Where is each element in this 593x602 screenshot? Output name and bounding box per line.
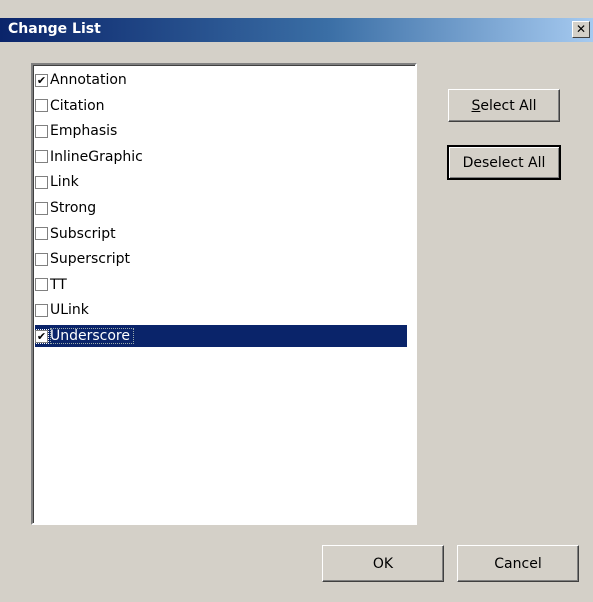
window-title: Change List bbox=[8, 21, 101, 37]
list-item-label: Subscript bbox=[50, 225, 116, 242]
checkbox[interactable] bbox=[35, 124, 48, 138]
change-list-dialog: Change List ✕ ✔ Annotation Citation Emphasi… bbox=[0, 0, 593, 602]
list-item-label: Citation bbox=[50, 97, 105, 114]
element-checklist[interactable]: ✔ Annotation Citation Emphasis InlineGraphic… bbox=[31, 63, 417, 525]
select-all-button[interactable]: Select All bbox=[448, 89, 560, 122]
checkbox[interactable]: ✔ bbox=[34, 328, 49, 344]
list-item-label: ULink bbox=[50, 302, 89, 319]
checkbox[interactable] bbox=[35, 278, 48, 292]
list-item-label: Emphasis bbox=[50, 123, 118, 140]
list-item[interactable]: Emphasis bbox=[35, 120, 407, 142]
list-item[interactable]: Strong bbox=[35, 197, 407, 219]
list-item[interactable]: Superscript bbox=[35, 248, 407, 270]
checkbox[interactable] bbox=[35, 303, 48, 317]
checkbox[interactable]: ✔ bbox=[35, 73, 48, 87]
list-item-label: InlineGraphic bbox=[50, 148, 143, 165]
deselect-all-button[interactable]: Deselect All bbox=[447, 145, 561, 180]
title-bar[interactable]: Change List ✕ bbox=[0, 18, 593, 42]
checkbox[interactable] bbox=[35, 252, 48, 266]
list-item[interactable]: ULink bbox=[35, 299, 407, 321]
checkbox[interactable] bbox=[35, 175, 48, 189]
select-all-label: elect All bbox=[480, 97, 537, 114]
ok-button[interactable]: OK bbox=[322, 545, 444, 582]
list-item-label: Superscript bbox=[50, 251, 131, 268]
list-item-label: Strong bbox=[50, 200, 97, 216]
list-item[interactable]: Link bbox=[35, 171, 407, 193]
list-item-label: Link bbox=[50, 174, 79, 191]
list-item[interactable]: ✔ Underscore bbox=[34, 325, 407, 347]
list-item-label: TT bbox=[50, 276, 67, 293]
checkbox[interactable] bbox=[35, 201, 48, 215]
select-all-mnemonic: S bbox=[471, 97, 481, 114]
checkbox[interactable] bbox=[35, 99, 48, 113]
list-item-label: Underscore bbox=[50, 328, 134, 344]
close-button[interactable]: ✕ bbox=[572, 21, 590, 38]
list-item[interactable]: Citation bbox=[35, 95, 407, 117]
list-item[interactable]: Subscript bbox=[35, 223, 407, 245]
cancel-button[interactable]: Cancel bbox=[457, 545, 579, 582]
list-item[interactable]: InlineGraphic bbox=[35, 146, 407, 168]
cancel-label: Cancel bbox=[494, 555, 542, 572]
checkbox[interactable] bbox=[35, 150, 48, 164]
list-item[interactable]: ✔ Annotation bbox=[35, 69, 407, 91]
deselect-all-label: Deselect All bbox=[462, 154, 546, 171]
checkbox[interactable] bbox=[35, 227, 48, 241]
list-item[interactable]: TT bbox=[35, 274, 407, 296]
checkmark-icon: ✔ bbox=[36, 329, 47, 343]
close-icon: ✕ bbox=[575, 22, 587, 36]
ok-label: OK bbox=[372, 555, 394, 572]
checkmark-icon: ✔ bbox=[36, 73, 47, 87]
list-item-label: Annotation bbox=[50, 72, 127, 88]
